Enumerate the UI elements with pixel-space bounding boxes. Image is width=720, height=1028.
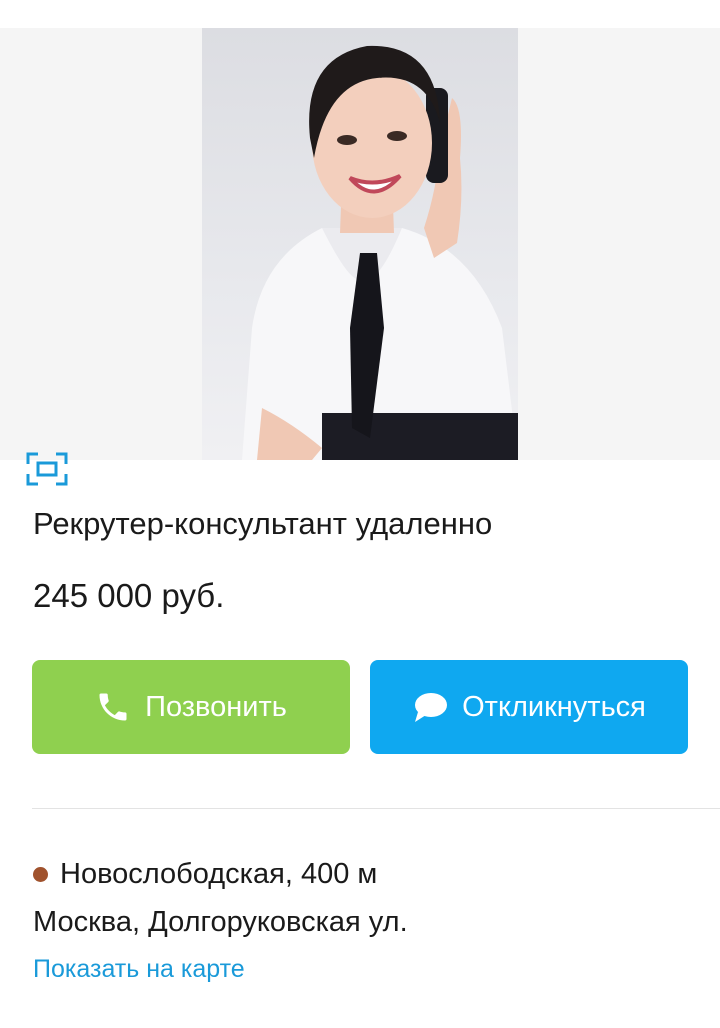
show-on-map-link[interactable]: Показать на карте xyxy=(33,952,245,986)
metro-station-label: Новослободская, 400 м xyxy=(60,858,378,890)
listing-price: 245 000 руб. xyxy=(33,577,225,614)
listing-photo[interactable] xyxy=(202,28,518,460)
photo-gallery[interactable] xyxy=(0,28,720,486)
fullscreen-icon[interactable] xyxy=(26,452,68,486)
metro-station: Новослободская, 400 м xyxy=(33,855,377,893)
address: Москва, Долгоруковская ул. xyxy=(33,906,408,938)
top-strip xyxy=(0,0,720,29)
reply-button-label: Откликнуться xyxy=(462,690,646,723)
call-button[interactable]: Позвонить xyxy=(32,660,350,754)
photo-illustration xyxy=(242,45,518,460)
divider xyxy=(32,808,720,809)
phone-icon xyxy=(95,689,131,725)
metro-line-dot xyxy=(33,866,48,882)
listing-title: Рекрутер-консультант удаленно xyxy=(33,506,493,541)
reply-button[interactable]: Откликнуться xyxy=(370,660,688,754)
call-button-label: Позвонить xyxy=(145,690,287,723)
chat-bubble-icon xyxy=(412,690,448,724)
